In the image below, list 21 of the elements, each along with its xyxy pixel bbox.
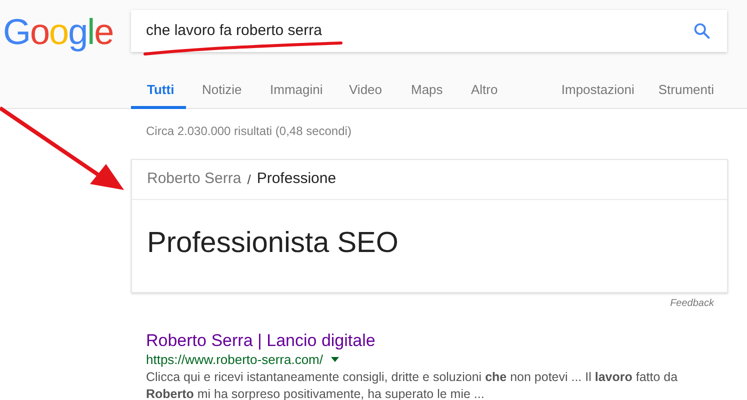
google-logo[interactable]: Google [3, 10, 114, 54]
tool-link[interactable]: Strumenti [658, 80, 714, 99]
breadcrumb-separator: / [247, 170, 251, 189]
search-field[interactable]: che lavoro fa roberto serra [131, 10, 727, 52]
result-title-link[interactable]: Roberto Serra | Lancio digitale [146, 331, 706, 351]
breadcrumb-title: Professione [256, 169, 336, 190]
search-query: che lavoro fa roberto serra [146, 20, 323, 41]
tab[interactable]: Tutti [131, 80, 186, 109]
breadcrumb-link[interactable]: Roberto Serra [147, 168, 242, 191]
feedback-link[interactable]: Feedback [670, 296, 714, 311]
result-url: https://www.roberto-serra.com/ [146, 351, 323, 368]
dropdown-caret-icon[interactable] [331, 357, 339, 362]
tab[interactable]: Notizie [186, 80, 254, 109]
tab[interactable]: Video [333, 80, 395, 109]
tool-link[interactable]: Impostazioni [561, 80, 634, 99]
answer-text: Professionista SEO [146, 226, 400, 261]
result-stats: Circa 2.030.000 risultati (0,48 secondi) [146, 123, 352, 140]
tab[interactable]: Altro [455, 80, 515, 109]
tab[interactable]: Maps [395, 80, 455, 109]
search-icon[interactable] [693, 22, 711, 40]
tab[interactable]: Immagini [254, 80, 333, 109]
